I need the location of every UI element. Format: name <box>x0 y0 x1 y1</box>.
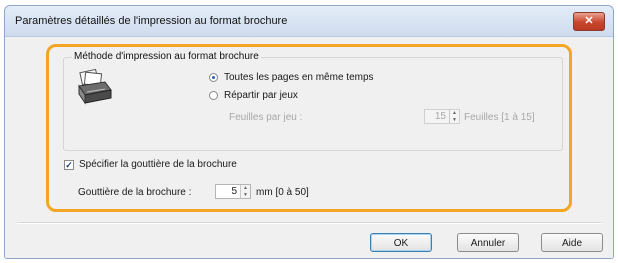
sheets-per-set-value: 15 <box>434 111 446 122</box>
cancel-button[interactable]: Annuler <box>457 233 519 252</box>
booklet-method-group: Méthode d'impression au format brochure … <box>63 51 563 151</box>
radio-button-selected[interactable] <box>209 73 218 82</box>
chevron-down-icon[interactable]: ▼ <box>450 117 459 124</box>
dialog-content: Méthode d'impression au format brochure … <box>5 37 613 258</box>
sheets-per-set-stepper[interactable]: 15 ▲ ▼ <box>424 109 460 124</box>
gutter-stepper[interactable]: 5 ▲ ▼ <box>215 184 251 199</box>
sheets-per-set-unit: Feuilles [1 à 15] <box>464 112 535 123</box>
sheets-per-set-label: Feuilles par jeu : <box>229 112 303 123</box>
printer-icon <box>78 68 112 105</box>
stepper-arrows[interactable]: ▲ ▼ <box>240 185 250 198</box>
radio-button[interactable] <box>209 91 218 100</box>
stepper-arrows[interactable]: ▲ ▼ <box>449 110 459 123</box>
radio-by-sets[interactable]: Répartir par jeux <box>209 90 298 101</box>
gutter-value[interactable]: 5 <box>216 185 240 198</box>
radio-all-pages[interactable]: Toutes les pages en même temps <box>209 72 374 83</box>
group-legend: Méthode d'impression au format brochure <box>72 51 261 62</box>
separator <box>17 222 601 224</box>
close-button[interactable]: ✕ <box>573 12 605 31</box>
ok-button[interactable]: OK <box>370 233 432 252</box>
gutter-field-label: Gouttière de la brochure : <box>78 187 192 198</box>
dialog-window: Paramètres détaillés de l'impression au … <box>4 5 614 259</box>
gutter-checkbox-label: Spécifier la gouttière de la brochure <box>79 159 237 170</box>
dialog-title: Paramètres détaillés de l'impression au … <box>15 15 288 27</box>
gutter-checkbox[interactable]: ✓ <box>64 159 74 170</box>
gutter-unit: mm [0 à 50] <box>256 187 309 198</box>
radio-all-pages-label: Toutes les pages en même temps <box>224 72 374 83</box>
chevron-down-icon[interactable]: ▼ <box>241 192 250 199</box>
help-button[interactable]: Aide <box>541 233 603 252</box>
radio-by-sets-label: Répartir par jeux <box>224 90 298 101</box>
title-bar: Paramètres détaillés de l'impression au … <box>5 6 613 37</box>
gutter-checkbox-row[interactable]: ✓ Spécifier la gouttière de la brochure <box>64 159 237 170</box>
